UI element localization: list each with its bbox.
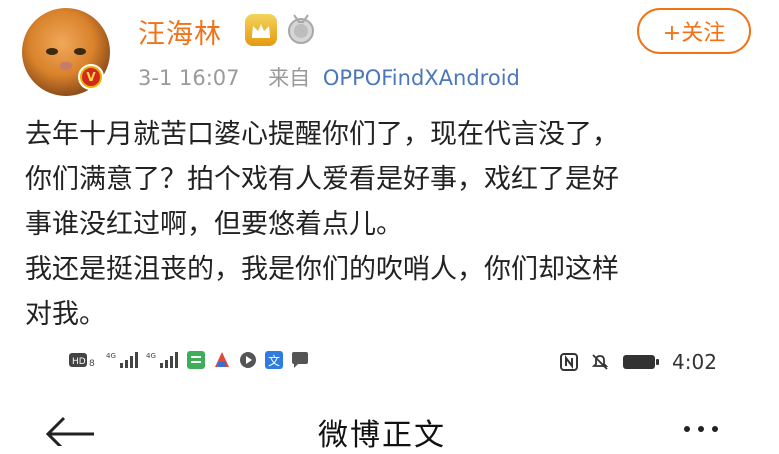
battery-icon <box>622 352 660 372</box>
more-dot <box>698 426 704 432</box>
app-icon <box>186 350 206 370</box>
status-time: 4:02 <box>672 350 717 374</box>
source-prefix: 来自 <box>268 66 311 90</box>
post-meta: 3-1 16:07 来自 OPPOFindXAndroid <box>138 62 520 92</box>
avatar-nose <box>60 62 72 70</box>
post-content: 去年十月就苦口婆心提醒你们了，现在代言没了， 你们满意了？拍个戏有人爱看是好事，… <box>25 112 765 337</box>
chat-icon <box>290 350 310 370</box>
post-line: 对我。 <box>25 299 106 330</box>
post-time: 3-1 16:07 <box>138 66 240 90</box>
hd-icon: HD 8 <box>68 350 100 370</box>
svg-text:4G: 4G <box>106 352 116 360</box>
verified-badge-icon: V <box>78 64 104 90</box>
signal-4g-icon: 4G <box>146 350 180 370</box>
source-device-link[interactable]: OPPOFindXAndroid <box>323 66 520 90</box>
more-dot <box>684 426 690 432</box>
status-left-icons: HD 8 4G 4G 文 <box>68 350 310 370</box>
back-arrow-icon[interactable] <box>44 416 96 452</box>
nav-bar: 微博正文 <box>0 396 779 453</box>
status-bar: HD 8 4G 4G 文 4:02 <box>0 336 779 388</box>
mute-icon <box>590 352 610 372</box>
medal-icon[interactable] <box>286 13 316 45</box>
post-line: 去年十月就苦口婆心提醒你们了，现在代言没了， <box>25 119 619 150</box>
vip-crown-icon[interactable] <box>245 14 277 46</box>
post-line: 我还是挺沮丧的，我是你们的吹哨人，你们却这样 <box>25 254 619 285</box>
post-line: 事谁没红过啊，但要悠着点儿。 <box>25 209 403 240</box>
translate-icon: 文 <box>264 350 284 370</box>
avatar-eye <box>74 48 86 55</box>
status-right-icons: 4:02 <box>560 350 717 374</box>
nav-title: 微博正文 <box>318 418 446 453</box>
more-dot <box>712 426 718 432</box>
svg-text:HD: HD <box>72 357 86 367</box>
author-name[interactable]: 汪海林 <box>138 12 222 51</box>
svg-text:文: 文 <box>268 353 280 368</box>
more-icon[interactable] <box>684 426 718 432</box>
signal-4g-icon: 4G <box>106 350 140 370</box>
app-icon <box>212 350 232 370</box>
post-line: 你们满意了？拍个戏有人爱看是好事，戏红了是好 <box>25 164 619 195</box>
avatar-eye <box>46 48 58 55</box>
follow-button[interactable]: +关注 <box>637 8 751 54</box>
nfc-icon <box>560 352 578 372</box>
app-icon <box>238 350 258 370</box>
svg-text:8: 8 <box>89 359 95 369</box>
svg-text:4G: 4G <box>146 352 156 360</box>
